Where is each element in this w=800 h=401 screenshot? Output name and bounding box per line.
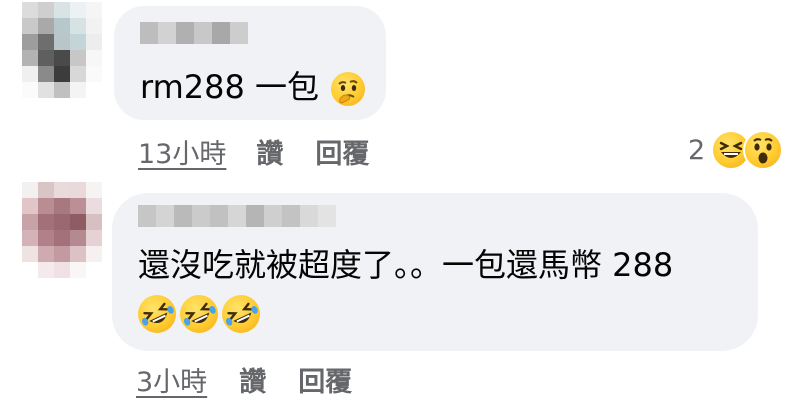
avatar[interactable] xyxy=(22,2,102,98)
comment-bubble: 還沒吃就被超度了。。一包還馬幣 288 xyxy=(112,193,758,351)
comment-bubble: rm288 一包 xyxy=(114,6,386,120)
emoji-row xyxy=(138,295,260,333)
comment-actions: 3小時 讚 回覆 xyxy=(136,360,352,399)
comment-actions: 13小時 讚 回覆 xyxy=(138,132,369,171)
avatar[interactable] xyxy=(22,182,102,278)
comment-timestamp[interactable]: 3小時 xyxy=(136,360,207,399)
rolling-on-floor-laughing-icon xyxy=(222,295,260,333)
comment-timestamp[interactable]: 13小時 xyxy=(138,132,226,171)
reaction-summary[interactable]: 2 xyxy=(688,130,784,170)
rolling-on-floor-laughing-icon xyxy=(180,295,218,333)
reply-button[interactable]: 回覆 xyxy=(298,360,352,399)
comment-text-body: 還沒吃就被超度了。。一包還馬幣 288 xyxy=(138,246,674,284)
reaction-count: 2 xyxy=(688,134,706,166)
commenter-name[interactable] xyxy=(140,22,248,44)
reply-button[interactable]: 回覆 xyxy=(315,132,369,171)
comment-thread: rm288 一包 13小時 讚 回覆 2 還沒吃就被超度了。。一包還馬幣 288… xyxy=(0,0,800,401)
rolling-on-floor-laughing-icon xyxy=(138,295,176,333)
comment-text: rm288 一包 xyxy=(140,62,366,112)
comment-text: 還沒吃就被超度了。。一包還馬幣 288 xyxy=(138,239,673,291)
like-button[interactable]: 讚 xyxy=(239,360,266,399)
wow-face-icon xyxy=(743,130,784,170)
commenter-name[interactable] xyxy=(138,205,336,227)
like-button[interactable]: 讚 xyxy=(256,132,283,171)
thinking-face-icon xyxy=(331,72,366,106)
comment-text-body: rm288 一包 xyxy=(140,68,320,106)
